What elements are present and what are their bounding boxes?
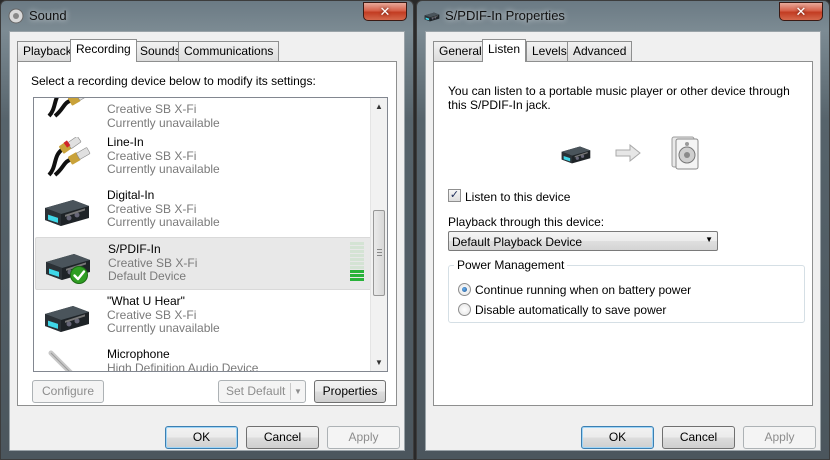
level-meter-bar xyxy=(350,242,364,245)
rca-cable-icon xyxy=(43,137,91,177)
close-button[interactable]: ✕ xyxy=(363,2,407,21)
list-item[interactable]: Microphone High Definition Audio Device xyxy=(35,343,373,372)
level-meter-bar xyxy=(350,270,364,273)
receiver-device-icon xyxy=(43,190,91,230)
list-item[interactable]: Line-In Creative SB X-Fi Currently unava… xyxy=(35,131,373,184)
scroll-down-arrow-icon[interactable]: ▼ xyxy=(371,354,387,371)
cancel-button[interactable]: Cancel xyxy=(662,426,735,449)
list-item[interactable]: Digital-In Creative SB X-Fi Currently un… xyxy=(35,184,373,237)
sound-window: Sound ✕ Playback Recording Sounds Commun… xyxy=(0,0,414,460)
tab-playback[interactable]: Playback xyxy=(17,41,78,61)
list-item[interactable]: Creative SB X-Fi Currently unavailable xyxy=(35,97,373,130)
tab-levels[interactable]: Levels xyxy=(526,41,573,61)
list-item-selected[interactable]: S/PDIF-In Creative SB X-Fi Default Devic… xyxy=(35,237,373,290)
set-default-button[interactable]: Set Default ▼ xyxy=(218,380,306,403)
playback-device-select[interactable]: Default Playback Device ▼ xyxy=(448,231,718,251)
sound-titlebar[interactable]: Sound ✕ xyxy=(1,1,413,31)
apply-button[interactable]: Apply xyxy=(743,426,816,449)
continue-running-label: Continue running when on battery power xyxy=(475,283,692,297)
disable-automatically-label: Disable automatically to save power xyxy=(475,303,667,317)
scroll-thumb[interactable] xyxy=(373,210,385,296)
scroll-up-arrow-icon[interactable]: ▲ xyxy=(371,98,387,115)
receiver-device-icon xyxy=(560,140,592,166)
tab-advanced[interactable]: Advanced xyxy=(567,41,633,61)
rca-cable-icon xyxy=(43,97,91,118)
ok-button[interactable]: OK xyxy=(581,426,654,449)
device-status: Currently unavailable xyxy=(107,116,220,130)
device-driver: Creative SB X-Fi xyxy=(107,308,197,322)
device-driver: Creative SB X-Fi xyxy=(107,102,197,116)
device-name: Digital-In xyxy=(107,188,155,202)
device-status: Default Device xyxy=(108,269,187,283)
level-meter-bar xyxy=(350,278,364,281)
recording-tab-panel: Select a recording device below to modif… xyxy=(17,61,397,406)
ok-button[interactable]: OK xyxy=(165,426,238,449)
level-meter-bar xyxy=(350,274,364,277)
level-meter xyxy=(350,242,364,282)
level-meter-bar xyxy=(350,266,364,269)
right-arrow-icon xyxy=(615,144,641,162)
playback-label: Playback through this device: xyxy=(448,215,605,229)
device-driver: Creative SB X-Fi xyxy=(107,202,197,216)
window-title: Sound xyxy=(29,8,67,23)
speaker-icon xyxy=(671,136,699,170)
tab-listen[interactable]: Listen xyxy=(482,39,527,62)
apply-button[interactable]: Apply xyxy=(327,426,400,449)
continue-running-radio[interactable] xyxy=(458,283,471,296)
disable-automatically-radio[interactable] xyxy=(458,303,471,316)
properties-button[interactable]: Properties xyxy=(314,380,386,403)
device-name: S/PDIF-In xyxy=(108,242,161,256)
device-name: Microphone xyxy=(107,347,170,361)
receiver-device-icon xyxy=(43,296,91,336)
tab-communications[interactable]: Communications xyxy=(178,41,280,61)
instruction-text: Select a recording device below to modif… xyxy=(31,74,316,88)
power-management-label: Power Management xyxy=(454,258,568,272)
tab-recording[interactable]: Recording xyxy=(70,39,137,62)
close-button[interactable]: ✕ xyxy=(779,2,823,21)
level-meter-bar xyxy=(350,262,364,265)
level-meter-bar xyxy=(350,246,364,249)
configure-button[interactable]: Configure xyxy=(32,380,104,403)
receiver-device-icon xyxy=(424,8,440,24)
chevron-down-icon: ▼ xyxy=(705,235,713,244)
properties-client-area: General Listen Levels Advanced You can l… xyxy=(425,31,821,451)
device-status: Currently unavailable xyxy=(107,215,220,229)
tab-general[interactable]: General xyxy=(433,41,488,61)
level-meter-bar xyxy=(350,250,364,253)
default-checkmark-icon xyxy=(70,266,88,284)
description-line-1: You can listen to a portable music playe… xyxy=(448,84,790,98)
recording-device-list[interactable]: Creative SB X-Fi Currently unavailable L… xyxy=(33,97,388,372)
device-driver: Creative SB X-Fi xyxy=(107,149,197,163)
device-name: Line-In xyxy=(107,135,144,149)
device-list-scrollbar[interactable]: ▲ ▼ xyxy=(370,98,387,371)
microphone-icon xyxy=(43,349,91,372)
level-meter-bar xyxy=(350,258,364,261)
power-management-group: Power Management Continue running when o… xyxy=(448,258,805,323)
cancel-button[interactable]: Cancel xyxy=(246,426,319,449)
list-item[interactable]: "What U Hear" Creative SB X-Fi Currently… xyxy=(35,290,373,343)
device-status: Currently unavailable xyxy=(107,321,220,335)
listen-tab-panel: You can listen to a portable music playe… xyxy=(433,61,813,406)
listen-checkbox[interactable]: ✓ xyxy=(448,189,461,202)
description-line-2: this S/PDIF-In jack. xyxy=(448,98,551,112)
properties-titlebar[interactable]: S/PDIF-In Properties ✕ xyxy=(417,1,829,31)
device-name: "What U Hear" xyxy=(107,294,185,308)
listen-checkbox-label: Listen to this device xyxy=(465,190,571,204)
set-default-label: Set Default xyxy=(226,384,286,398)
chevron-down-icon[interactable]: ▼ xyxy=(290,383,305,400)
level-meter-bar xyxy=(350,254,364,257)
sound-client-area: Playback Recording Sounds Communications… xyxy=(9,31,405,451)
device-status: Currently unavailable xyxy=(107,162,220,176)
speaker-icon xyxy=(8,8,24,24)
device-driver: High Definition Audio Device xyxy=(107,361,259,372)
device-driver: Creative SB X-Fi xyxy=(108,256,198,270)
properties-window: S/PDIF-In Properties ✕ General Listen Le… xyxy=(416,0,830,460)
playback-select-value: Default Playback Device xyxy=(452,235,583,249)
window-title: S/PDIF-In Properties xyxy=(445,8,565,23)
